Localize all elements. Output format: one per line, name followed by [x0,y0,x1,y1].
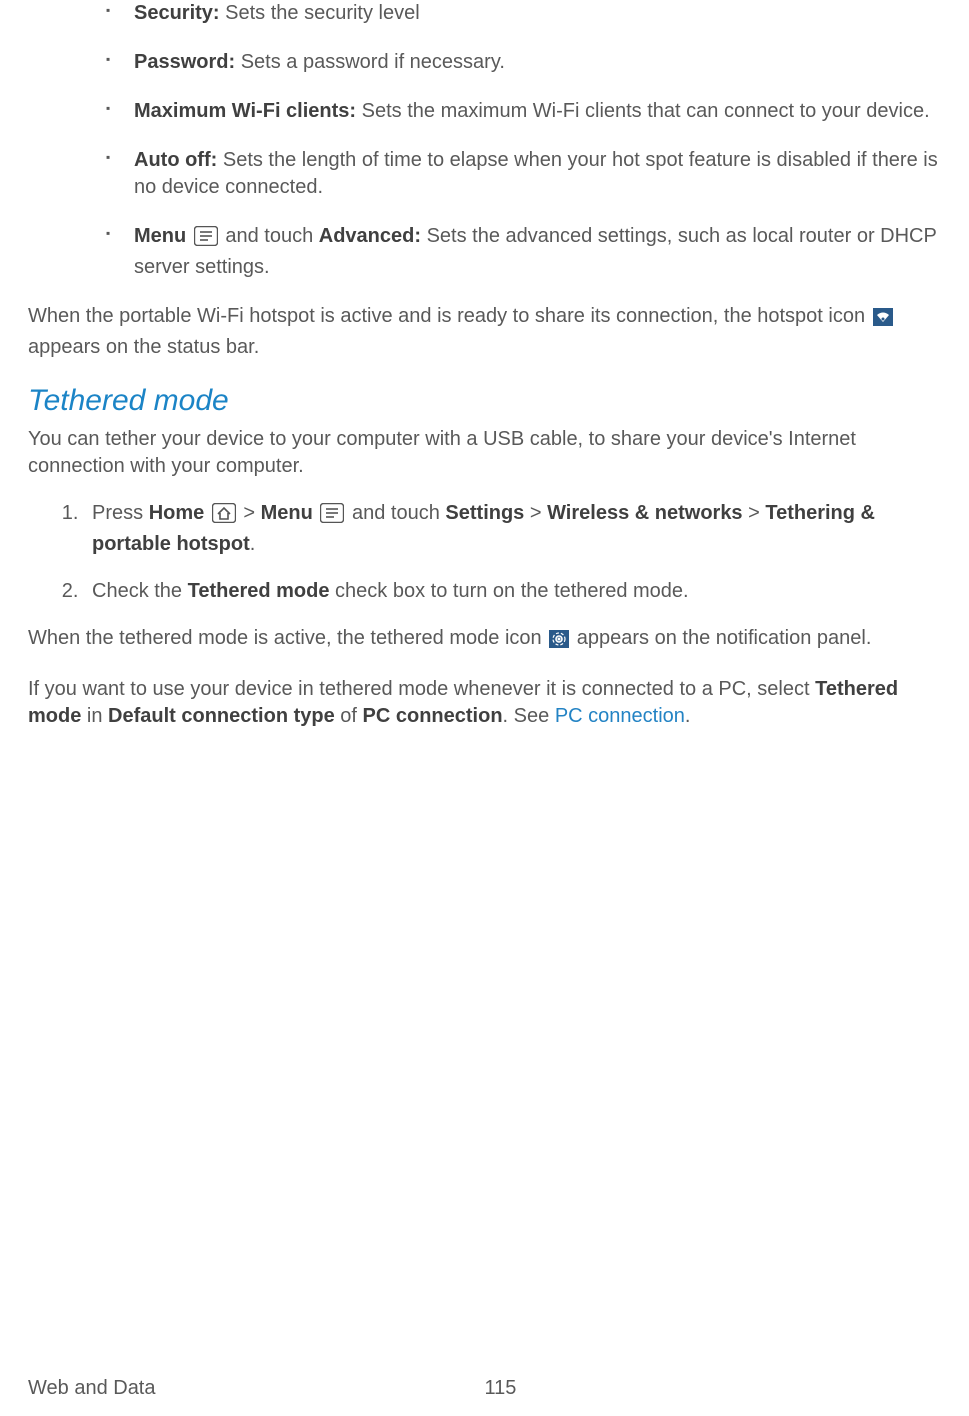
home-icon [212,503,236,531]
settings-label: Settings [445,502,524,524]
settings-bullet-list: Security: Sets the security level Passwo… [106,0,939,281]
tethered-mode-label: Tethered mode [188,580,330,602]
text: Press [92,502,149,524]
desc: Sets the maximum Wi-Fi clients that can … [356,100,930,122]
text: . [685,705,691,727]
step-1: Press Home > Menu and touch Settings > W… [84,500,949,558]
tethered-default-para: If you want to use your device in tether… [28,676,949,730]
page-footer: Web and Data 115 [28,1375,941,1402]
advanced-label: Advanced: [319,225,421,247]
text: > [524,502,547,524]
text: . See [503,705,555,727]
tethered-mode-heading: Tethered mode [28,381,969,422]
tethered-steps: Press Home > Menu and touch Settings > W… [84,500,949,605]
menu-icon [194,226,218,254]
text-post: appears on the notification panel. [571,627,871,649]
b3: PC connection [363,705,503,727]
desc: Sets the length of time to elapse when y… [134,149,938,198]
menu-label: Menu [261,502,313,524]
text: Check the [92,580,188,602]
footer-section: Web and Data [28,1375,485,1402]
bullet-password: Password: Sets a password if necessary. [106,49,939,76]
text: in [81,705,108,727]
label: Maximum Wi-Fi clients: [134,100,356,122]
text: and touch [225,225,318,247]
text-pre: When the tethered mode is active, the te… [28,627,547,649]
label: Auto off: [134,149,217,171]
wireless-label: Wireless & networks [547,502,742,524]
b2: Default connection type [108,705,335,727]
bullet-max-wifi: Maximum Wi-Fi clients: Sets the maximum … [106,98,939,125]
desc: Sets a password if necessary. [235,51,505,73]
label: Password: [134,51,235,73]
text: > [243,502,260,524]
bullet-security: Security: Sets the security level [106,0,939,27]
bullet-auto-off: Auto off: Sets the length of time to ela… [106,147,939,201]
tethered-active-para: When the tethered mode is active, the te… [28,625,949,656]
pc-connection-link[interactable]: PC connection [555,705,685,727]
text-pre: When the portable Wi-Fi hotspot is activ… [28,305,871,327]
text: of [335,705,363,727]
hotspot-status-para: When the portable Wi-Fi hotspot is activ… [28,303,949,361]
text: > [743,502,766,524]
label: Menu [134,225,186,247]
tethered-intro: You can tether your device to your compu… [28,426,949,480]
text-post: appears on the status bar. [28,336,259,358]
footer-page-number: 115 [485,1375,942,1402]
desc: Sets the security level [220,2,420,24]
step-2: Check the Tethered mode check box to tur… [84,578,949,605]
text: check box to turn on the tethered mode. [329,580,688,602]
tethered-mode-icon [549,629,569,656]
text: and touch [352,502,445,524]
text: . [250,533,256,555]
home-label: Home [149,502,205,524]
menu-icon [320,503,344,531]
hotspot-icon [873,307,893,334]
label: Security: [134,2,220,24]
bullet-menu-advanced: Menu and touch Advanced: Sets the advanc… [106,223,939,281]
text: If you want to use your device in tether… [28,678,815,700]
